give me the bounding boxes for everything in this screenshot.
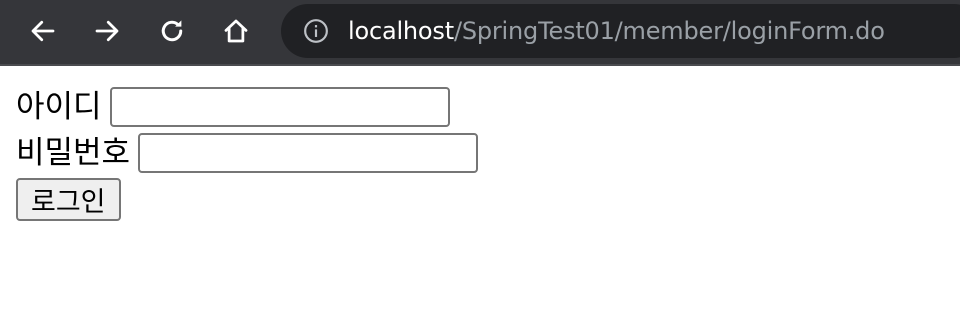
back-arrow-icon bbox=[31, 20, 55, 42]
password-input[interactable] bbox=[138, 133, 479, 173]
url-path: /SpringTest01/member/loginForm.do bbox=[453, 17, 885, 45]
password-label: 비밀번호 bbox=[16, 135, 131, 171]
login-button[interactable]: 로그인 bbox=[16, 178, 121, 221]
home-button[interactable] bbox=[218, 13, 254, 49]
home-icon bbox=[224, 19, 248, 43]
reload-button[interactable] bbox=[154, 13, 190, 49]
login-form: 아이디 비밀번호 로그인 bbox=[16, 84, 479, 222]
id-label: 아이디 bbox=[16, 89, 102, 125]
back-button[interactable] bbox=[25, 13, 61, 49]
submit-row: 로그인 bbox=[16, 176, 478, 222]
url-text[interactable]: localhost/SpringTest01/member/loginForm.… bbox=[348, 16, 885, 46]
forward-button[interactable] bbox=[89, 13, 125, 49]
password-row: 비밀번호 bbox=[16, 130, 479, 176]
id-input[interactable] bbox=[109, 87, 450, 127]
id-row: 아이디 bbox=[16, 84, 478, 130]
address-bar[interactable]: localhost/SpringTest01/member/loginForm.… bbox=[281, 4, 960, 58]
reload-icon bbox=[161, 20, 183, 42]
browser-toolbar: localhost/SpringTest01/member/loginForm.… bbox=[0, 0, 960, 66]
info-icon[interactable] bbox=[303, 18, 329, 44]
url-host: localhost bbox=[348, 17, 454, 45]
forward-arrow-icon bbox=[95, 20, 119, 42]
